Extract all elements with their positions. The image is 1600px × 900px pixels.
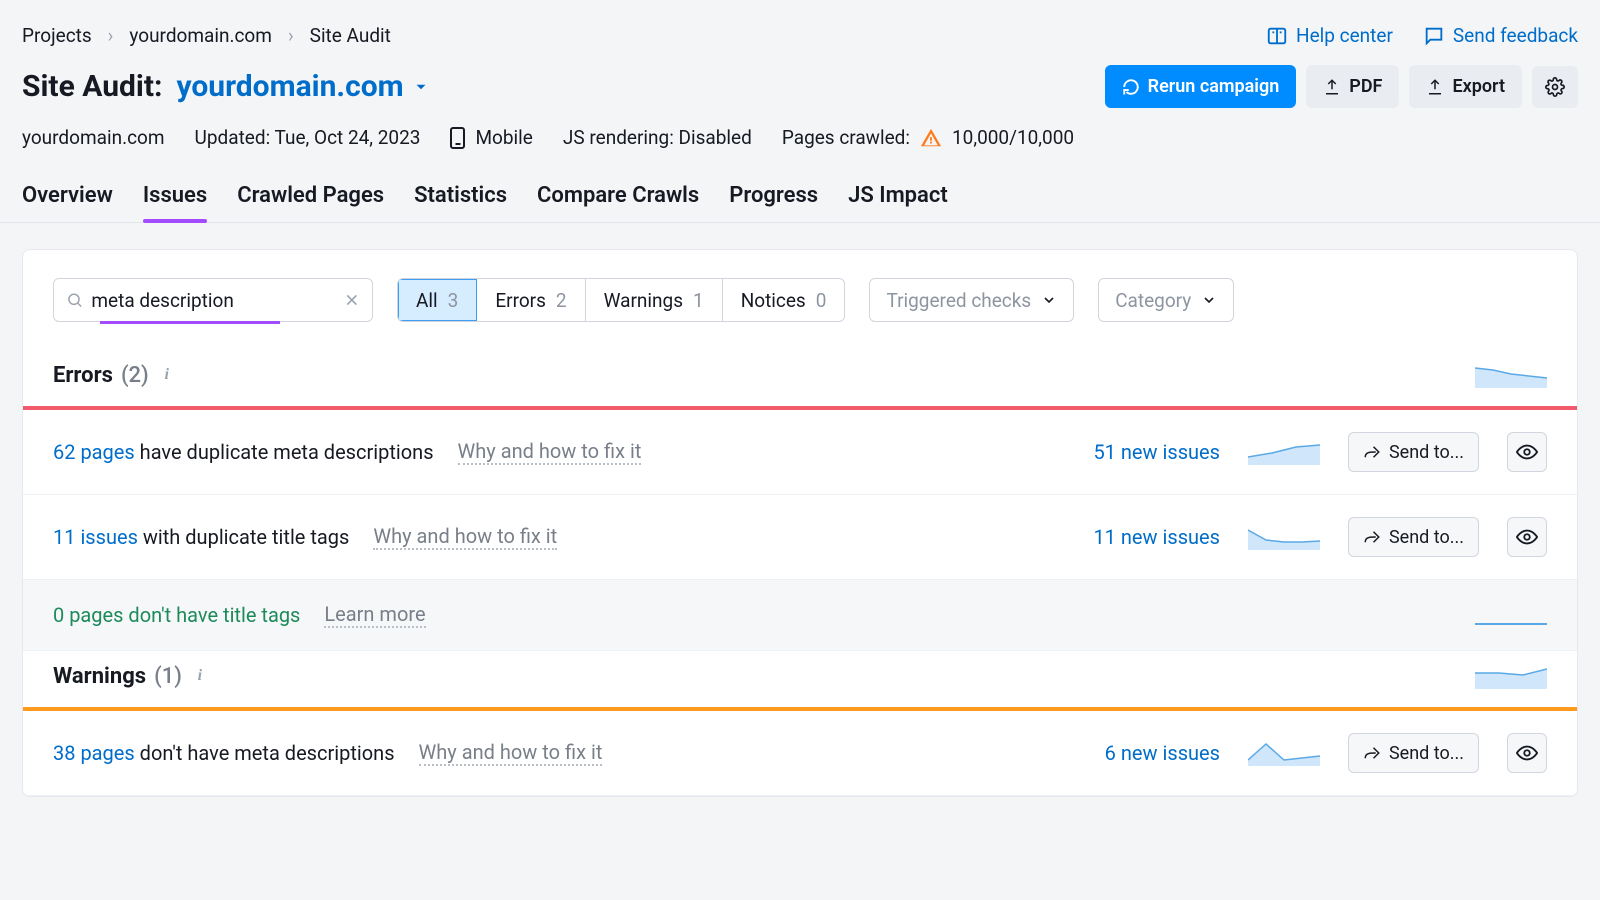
issue-count-zero: 0 pages <box>53 603 123 627</box>
info-icon[interactable]: i <box>190 666 210 686</box>
tab-issues[interactable]: Issues <box>143 183 207 222</box>
arrow-redo-icon <box>1363 744 1381 762</box>
bc-site-audit[interactable]: Site Audit <box>310 24 391 47</box>
upload-icon <box>1426 78 1444 96</box>
upload-icon <box>1323 78 1341 96</box>
search-input[interactable] <box>91 289 336 312</box>
bc-domain[interactable]: yourdomain.com <box>129 24 272 47</box>
arrow-redo-icon <box>1363 528 1381 546</box>
arrow-redo-icon <box>1363 443 1381 461</box>
issue-text: don't have title tags <box>123 603 300 627</box>
seg-notices[interactable]: Notices0 <box>723 279 845 321</box>
send-to-button[interactable]: Send to... <box>1348 517 1479 557</box>
issue-count-link[interactable]: 62 pages <box>53 440 135 464</box>
pdf-button[interactable]: PDF <box>1306 65 1399 108</box>
errors-section-title: Errors (2) i <box>53 363 177 388</box>
seg-errors[interactable]: Errors2 <box>477 279 585 321</box>
meta-domain: yourdomain.com <box>22 126 165 149</box>
rerun-campaign-button[interactable]: Rerun campaign <box>1105 65 1297 108</box>
triggered-checks-dropdown[interactable]: Triggered checks <box>869 278 1074 322</box>
issue-row: 38 pages don't have meta descriptions Wh… <box>23 711 1577 796</box>
seg-all[interactable]: All3 <box>398 279 477 321</box>
book-icon <box>1266 25 1288 47</box>
send-to-button[interactable]: Send to... <box>1348 432 1479 472</box>
tab-overview[interactable]: Overview <box>22 183 113 222</box>
send-to-button[interactable]: Send to... <box>1348 733 1479 773</box>
info-icon[interactable]: i <box>157 365 177 385</box>
export-button[interactable]: Export <box>1409 65 1522 108</box>
close-icon[interactable] <box>344 291 360 309</box>
send-feedback-link[interactable]: Send feedback <box>1423 24 1578 47</box>
view-button[interactable] <box>1507 517 1547 557</box>
seg-warnings[interactable]: Warnings1 <box>586 279 723 321</box>
page-title: Site Audit: <box>22 69 162 104</box>
tab-js-impact[interactable]: JS Impact <box>848 183 948 222</box>
new-issues-link[interactable]: 6 new issues <box>1105 741 1220 765</box>
sparkline <box>1475 362 1547 388</box>
send-feedback-label: Send feedback <box>1453 24 1578 47</box>
issue-row: 11 issues with duplicate title tags Why … <box>23 495 1577 580</box>
chevron-down-icon <box>1041 292 1057 308</box>
bc-projects[interactable]: Projects <box>22 24 92 47</box>
refresh-icon <box>1122 78 1140 96</box>
meta-device: Mobile <box>450 126 532 149</box>
chat-icon <box>1423 25 1445 47</box>
issue-count-link[interactable]: 11 issues <box>53 525 138 549</box>
mobile-icon <box>450 127 465 149</box>
issue-row: 62 pages have duplicate meta description… <box>23 410 1577 495</box>
domain-name: yourdomain.com <box>176 69 403 104</box>
issue-text: with duplicate title tags <box>138 525 349 549</box>
fix-link[interactable]: Why and how to fix it <box>419 740 603 766</box>
help-center-label: Help center <box>1296 24 1393 47</box>
export-label: Export <box>1452 76 1505 97</box>
search-box[interactable] <box>53 278 373 322</box>
category-dropdown[interactable]: Category <box>1098 278 1234 322</box>
warnings-section-title: Warnings (1) i <box>53 664 210 689</box>
severity-filter: All3 Errors2 Warnings1 Notices0 <box>397 278 845 322</box>
new-issues-link[interactable]: 51 new issues <box>1093 440 1220 464</box>
fix-link[interactable]: Why and how to fix it <box>458 439 642 465</box>
view-button[interactable] <box>1507 733 1547 773</box>
new-issues-link[interactable]: 11 new issues <box>1093 525 1220 549</box>
tab-progress[interactable]: Progress <box>729 183 818 222</box>
issue-text: have duplicate meta descriptions <box>135 440 434 464</box>
meta-pages: Pages crawled: 10,000/10,000 <box>782 126 1074 149</box>
settings-button[interactable] <box>1532 66 1578 108</box>
eye-icon <box>1516 742 1538 764</box>
sparkline <box>1248 439 1320 465</box>
issues-card: All3 Errors2 Warnings1 Notices0 Triggere… <box>22 249 1578 797</box>
learn-more-link[interactable]: Learn more <box>324 602 425 628</box>
meta-js: JS rendering: Disabled <box>563 126 752 149</box>
meta-updated: Updated: Tue, Oct 24, 2023 <box>195 126 421 149</box>
issue-text: don't have meta descriptions <box>135 741 395 765</box>
gear-icon <box>1545 77 1565 97</box>
tab-compare-crawls[interactable]: Compare Crawls <box>537 183 699 222</box>
meta-row: yourdomain.com Updated: Tue, Oct 24, 202… <box>0 114 1600 149</box>
chevron-right-icon: › <box>108 24 114 47</box>
chevron-down-icon <box>1201 292 1217 308</box>
help-center-link[interactable]: Help center <box>1266 24 1393 47</box>
chevron-down-icon <box>412 78 430 96</box>
breadcrumb: Projects › yourdomain.com › Site Audit <box>22 24 391 47</box>
sparkline <box>1475 602 1547 628</box>
issue-row: 0 pages don't have title tags Learn more <box>23 580 1577 651</box>
tab-crawled-pages[interactable]: Crawled Pages <box>237 183 384 222</box>
warning-icon <box>920 127 942 149</box>
tab-bar: Overview Issues Crawled Pages Statistics… <box>0 149 1600 223</box>
eye-icon <box>1516 441 1538 463</box>
view-button[interactable] <box>1507 432 1547 472</box>
search-icon <box>66 290 83 310</box>
fix-link[interactable]: Why and how to fix it <box>373 524 557 550</box>
chevron-right-icon: › <box>288 24 294 47</box>
issue-count-link[interactable]: 38 pages <box>53 741 135 765</box>
pdf-label: PDF <box>1349 76 1382 97</box>
eye-icon <box>1516 526 1538 548</box>
sparkline <box>1248 524 1320 550</box>
sparkline <box>1475 663 1547 689</box>
sparkline <box>1248 740 1320 766</box>
rerun-label: Rerun campaign <box>1148 76 1280 97</box>
domain-selector[interactable]: yourdomain.com <box>176 69 429 104</box>
tab-statistics[interactable]: Statistics <box>414 183 507 222</box>
